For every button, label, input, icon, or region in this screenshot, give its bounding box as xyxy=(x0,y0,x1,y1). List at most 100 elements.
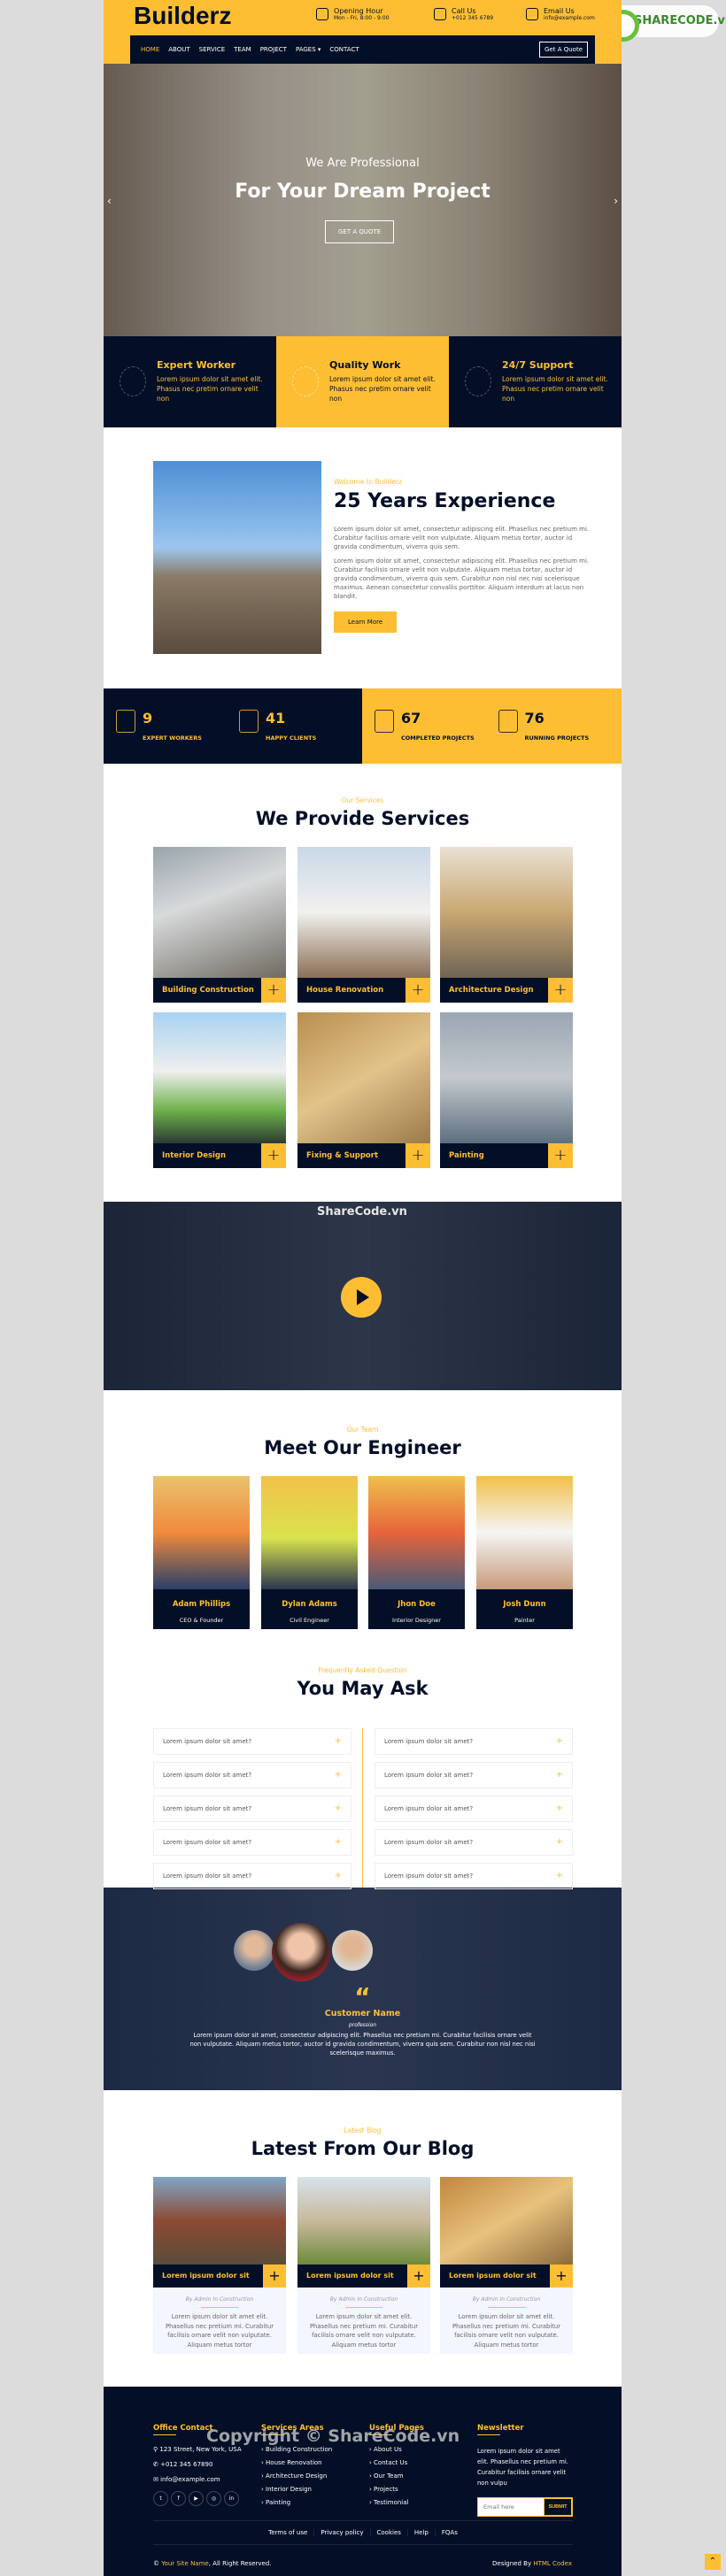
nav-about[interactable]: ABOUT xyxy=(168,46,189,53)
support-icon xyxy=(465,366,491,396)
plus-icon[interactable]: + xyxy=(550,2265,573,2288)
stat-item: 67 COMPLETED PROJECTS xyxy=(375,709,498,743)
carousel-next-icon[interactable]: › xyxy=(614,195,618,207)
faq-item[interactable]: Lorem ipsum dolor sit amet? + xyxy=(153,1829,351,1856)
copyright: © Your Site Name, All Right Reserved. xyxy=(153,2560,272,2567)
service-card[interactable]: Fixing & Support + xyxy=(297,1012,430,1168)
youtube-icon[interactable]: ▶ xyxy=(189,2491,204,2506)
customer-avatar[interactable] xyxy=(332,1930,373,1971)
submit-button[interactable]: SUBMIT xyxy=(544,2498,572,2516)
plus-icon[interactable]: + xyxy=(261,978,286,1003)
terms-link[interactable]: Terms of use xyxy=(262,2529,315,2536)
team-member-card[interactable]: Dylan Adams Civil Engineer xyxy=(261,1476,358,1629)
top-header: Builderz Opening Hour Mon - Fri, 8:00 - 9… xyxy=(104,0,622,64)
faq-question: Lorem ipsum dolor sit amet? xyxy=(384,1805,474,1812)
nav-project[interactable]: PROJECT xyxy=(260,46,287,53)
team-member-card[interactable]: Adam Phillips CEO & Founder xyxy=(153,1476,250,1629)
footer-link[interactable]: › Contact Us xyxy=(369,2459,480,2466)
footer-link[interactable]: › Building Construction xyxy=(261,2446,372,2453)
blog-card[interactable]: Lorem ipsum dolor sit + By Admin In Constr… xyxy=(440,2177,573,2354)
nav-home[interactable]: HOME xyxy=(141,46,159,53)
nav-service[interactable]: SERVICE xyxy=(199,46,226,53)
footer-link[interactable]: › House Renovation xyxy=(261,2459,372,2466)
faq-item[interactable]: Lorem ipsum dolor sit amet? + xyxy=(153,1762,351,1788)
team-photo xyxy=(261,1476,358,1589)
service-card[interactable]: House Renovation + xyxy=(297,847,430,1003)
plus-icon[interactable]: + xyxy=(556,1803,563,1813)
linkedin-icon[interactable]: in xyxy=(224,2491,239,2506)
faq-item[interactable]: Lorem ipsum dolor sit amet? + xyxy=(153,1863,351,1889)
nav-contact[interactable]: CONTACT xyxy=(329,46,359,53)
blog-card[interactable]: Lorem ipsum dolor sit + By Admin In Constr… xyxy=(153,2177,286,2354)
hero-quote-button[interactable]: GET A QUOTE xyxy=(325,220,395,243)
footer-link[interactable]: › Projects xyxy=(369,2486,480,2493)
plus-icon[interactable]: + xyxy=(335,1837,342,1847)
plus-icon[interactable]: + xyxy=(335,1736,342,1746)
get-quote-button[interactable]: Get A Quote xyxy=(539,42,588,58)
service-card[interactable]: Building Construction + xyxy=(153,847,286,1003)
privacy-link[interactable]: Privacy policy xyxy=(314,2529,371,2536)
newsletter-email-input[interactable] xyxy=(478,2498,544,2516)
plus-icon[interactable]: + xyxy=(548,1143,573,1168)
plus-icon[interactable]: + xyxy=(407,2265,430,2288)
carousel-prev-icon[interactable]: ‹ xyxy=(107,195,112,207)
nav-pages-dropdown[interactable]: PAGES ▾ xyxy=(296,46,321,53)
plus-icon[interactable]: + xyxy=(261,1143,286,1168)
footer-link[interactable]: › Interior Design xyxy=(261,2486,372,2493)
customer-avatar-active[interactable] xyxy=(272,1923,330,1981)
plus-icon[interactable]: + xyxy=(405,978,430,1003)
plus-icon[interactable]: + xyxy=(556,1837,563,1847)
team-role: CEO & Founder xyxy=(179,1617,224,1624)
footer-link[interactable]: › Painting xyxy=(261,2499,372,2506)
cookies-link[interactable]: Cookies xyxy=(371,2529,408,2536)
plus-icon[interactable]: + xyxy=(556,1871,563,1880)
faq-item[interactable]: Lorem ipsum dolor sit amet? + xyxy=(375,1863,573,1889)
help-link[interactable]: Help xyxy=(408,2529,436,2536)
plus-icon[interactable]: + xyxy=(405,1143,430,1168)
instagram-icon[interactable]: ◎ xyxy=(206,2491,221,2506)
section-kicker: Frequently Asked Question xyxy=(318,1666,407,1674)
video-section xyxy=(104,1202,622,1390)
plus-icon[interactable]: + xyxy=(556,1770,563,1780)
plus-icon[interactable]: + xyxy=(335,1770,342,1780)
footer-link[interactable]: › About Us xyxy=(369,2446,480,2453)
faq-item[interactable]: Lorem ipsum dolor sit amet? + xyxy=(153,1728,351,1755)
designer-link[interactable]: HTML Codex xyxy=(533,2560,572,2567)
page: Builderz Opening Hour Mon - Fri, 8:00 - 9… xyxy=(104,0,622,2576)
stat-label: HAPPY CLIENTS xyxy=(266,734,317,742)
play-icon[interactable] xyxy=(341,1277,382,1318)
footer-link[interactable]: › Architecture Design xyxy=(261,2472,372,2480)
plus-icon[interactable]: + xyxy=(548,978,573,1003)
service-card[interactable]: Painting + xyxy=(440,1012,573,1168)
learn-more-button[interactable]: Learn More xyxy=(334,611,398,633)
plus-icon[interactable]: + xyxy=(263,2265,286,2288)
site-name-link[interactable]: Your Site Name xyxy=(161,2560,208,2567)
faqs-link[interactable]: FQAs xyxy=(436,2529,464,2536)
faq-item[interactable]: Lorem ipsum dolor sit amet? + xyxy=(375,1762,573,1788)
blog-card[interactable]: Lorem ipsum dolor sit + By Admin In Constr… xyxy=(297,2177,430,2354)
service-card[interactable]: Interior Design + xyxy=(153,1012,286,1168)
service-card[interactable]: Architecture Design + xyxy=(440,847,573,1003)
nav-team[interactable]: TEAM xyxy=(234,46,251,53)
faq-question: Lorem ipsum dolor sit amet? xyxy=(384,1738,474,1745)
facebook-icon[interactable]: f xyxy=(171,2491,186,2506)
twitter-icon[interactable]: t xyxy=(153,2491,168,2506)
faq-item[interactable]: Lorem ipsum dolor sit amet? + xyxy=(375,1796,573,1822)
brand-logo[interactable]: Builderz xyxy=(134,2,231,30)
faq-item[interactable]: Lorem ipsum dolor sit amet? + xyxy=(375,1728,573,1755)
faq-item[interactable]: Lorem ipsum dolor sit amet? + xyxy=(153,1796,351,1822)
team-member-card[interactable]: Josh Dunn Painter xyxy=(476,1476,573,1629)
plus-icon[interactable]: + xyxy=(556,1736,563,1746)
back-to-top-button[interactable]: ⌃ xyxy=(705,2554,721,2570)
footer-link[interactable]: › Testimonial xyxy=(369,2499,480,2506)
faq-item[interactable]: Lorem ipsum dolor sit amet? + xyxy=(375,1829,573,1856)
plus-icon[interactable]: + xyxy=(335,1803,342,1813)
plus-icon[interactable]: + xyxy=(335,1871,342,1880)
blog-image xyxy=(297,2177,430,2265)
footer-link[interactable]: › Our Team xyxy=(369,2472,480,2480)
customer-avatar[interactable] xyxy=(234,1930,274,1971)
phone-icon: ✆ xyxy=(153,2461,161,2468)
team-member-card[interactable]: Jhon Doe Interior Designer xyxy=(368,1476,465,1629)
blog-excerpt: Lorem ipsum dolor sit amet elit. Phasell… xyxy=(165,2313,274,2349)
info-text: Mon - Fri, 8:00 - 9:00 xyxy=(334,15,390,21)
